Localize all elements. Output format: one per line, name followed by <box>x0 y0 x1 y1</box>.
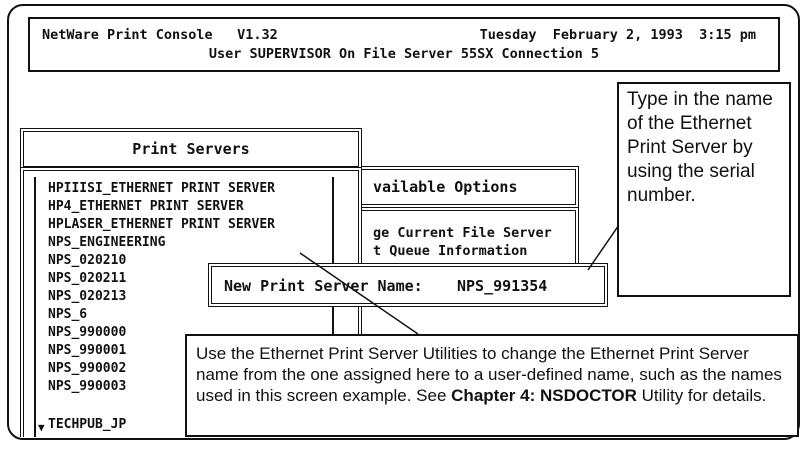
leader-line-bottom <box>299 252 419 335</box>
callout-right-text: Type in the name of the Ethernet Print S… <box>627 89 773 206</box>
callout-chapter-reference: Chapter 4: NSDOCTOR <box>451 386 637 405</box>
callout-serial-number-note: Type in the name of the Ethernet Print S… <box>617 82 791 297</box>
callout-bottom-text: Use the Ethernet Print Server Utilities … <box>196 343 791 406</box>
callout-bottom-outro: Utility for details. <box>636 386 767 405</box>
callout-utilities-note: Use the Ethernet Print Server Utilities … <box>185 334 799 437</box>
